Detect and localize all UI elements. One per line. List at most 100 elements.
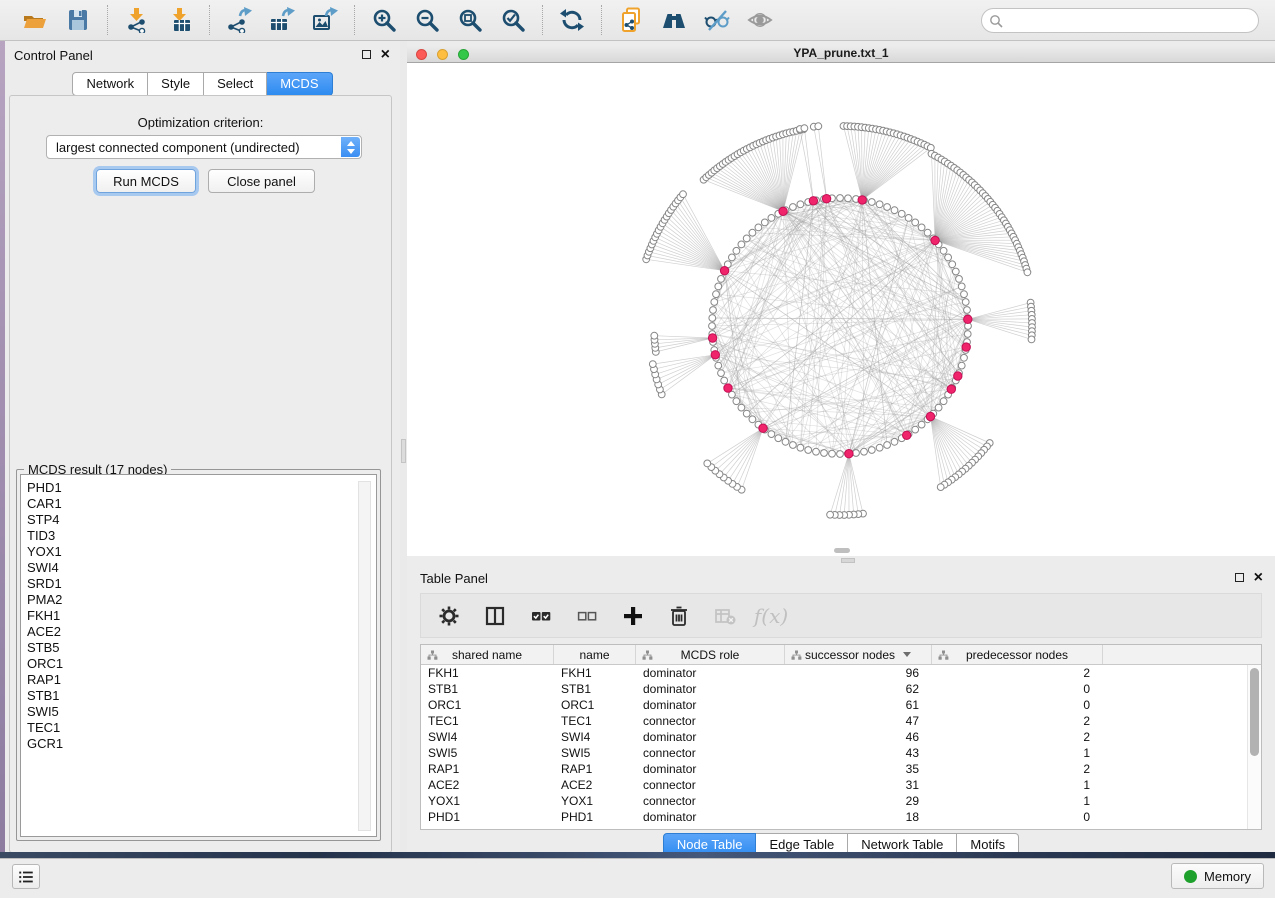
toolbar-group — [355, 6, 542, 34]
column-header-shared-name[interactable]: shared name — [421, 645, 554, 664]
network-graph-svg[interactable] — [407, 63, 1275, 556]
table-cell: STB1 — [421, 681, 554, 697]
open-file-icon[interactable] — [21, 6, 49, 34]
mcds-result-item[interactable]: RAP1 — [27, 672, 376, 688]
close-table-panel-icon[interactable]: × — [1254, 572, 1263, 583]
mcds-result-item[interactable]: TEC1 — [27, 720, 376, 736]
add-column-icon[interactable] — [622, 605, 644, 627]
zoom-out-icon[interactable] — [413, 6, 441, 34]
mcds-result-item[interactable]: PHD1 — [27, 480, 376, 496]
vertical-splitter[interactable] — [400, 41, 407, 858]
tab-style[interactable]: Style — [148, 72, 204, 96]
table-row[interactable]: TEC1TEC1connector472 — [421, 713, 1261, 729]
tab-network[interactable]: Network — [72, 72, 148, 96]
table-row[interactable]: RAP1RAP1dominator352 — [421, 761, 1261, 777]
delete-column-icon[interactable] — [668, 605, 690, 627]
table-cell: 29 — [785, 793, 932, 809]
table-row[interactable]: SWI5SWI5connector431 — [421, 745, 1261, 761]
table-cell: 46 — [785, 729, 932, 745]
save-session-icon[interactable] — [64, 6, 92, 34]
mcds-result-list[interactable]: PHD1CAR1STP4TID3YOX1SWI4SRD1PMA2FKH1ACE2… — [20, 474, 377, 837]
canvas-hscrollbar[interactable] — [834, 548, 850, 553]
tab-select[interactable]: Select — [204, 72, 267, 96]
export-table-icon[interactable] — [268, 6, 296, 34]
show-panels-list-button[interactable] — [12, 864, 40, 889]
table-row[interactable]: ORC1ORC1dominator610 — [421, 697, 1261, 713]
mcds-result-item[interactable]: STP4 — [27, 512, 376, 528]
close-panel-icon[interactable]: × — [381, 49, 390, 60]
zoom-fit-icon[interactable] — [456, 6, 484, 34]
table-row[interactable]: STB1STB1dominator620 — [421, 681, 1261, 697]
minimize-window-icon[interactable] — [437, 49, 448, 60]
criterion-select[interactable]: largest connected component (undirected) — [46, 135, 362, 159]
column-header-successor-nodes[interactable]: successor nodes — [785, 645, 932, 664]
import-table-icon[interactable] — [166, 6, 194, 34]
mcds-result-item[interactable]: CAR1 — [27, 496, 376, 512]
network-window-titlebar[interactable]: YPA_prune.txt_1 — [407, 45, 1275, 63]
table-row[interactable]: YOX1YOX1connector291 — [421, 793, 1261, 809]
maximize-window-icon[interactable] — [458, 49, 469, 60]
splitter-grip-icon — [401, 439, 406, 463]
share-document-icon[interactable] — [617, 6, 645, 34]
deselect-all-icon[interactable] — [576, 605, 598, 627]
mcds-result-item[interactable]: GCR1 — [27, 736, 376, 752]
search-input[interactable] — [1007, 13, 1251, 29]
column-type-icon — [427, 650, 438, 661]
close-panel-button[interactable]: Close panel — [208, 169, 315, 193]
search-icon — [989, 14, 1003, 28]
mcds-result-item[interactable]: FKH1 — [27, 608, 376, 624]
table-cell: ORC1 — [554, 697, 636, 713]
mcds-result-item[interactable]: YOX1 — [27, 544, 376, 560]
tab-mcds[interactable]: MCDS — [267, 72, 332, 96]
zoom-selected-icon[interactable] — [499, 6, 527, 34]
mcds-result-group: MCDS result (17 nodes) PHD1CAR1STP4TID3Y… — [16, 469, 381, 841]
table-cell: FKH1 — [421, 665, 554, 681]
table-panel: Table Panel × f(x) shared namenameMCDS r… — [407, 565, 1275, 858]
import-network-icon[interactable] — [123, 6, 151, 34]
mcds-result-item[interactable]: TID3 — [27, 528, 376, 544]
table-row[interactable]: ACE2ACE2connector311 — [421, 777, 1261, 793]
zoom-in-icon[interactable] — [370, 6, 398, 34]
column-header-name[interactable]: name — [554, 645, 636, 664]
table-cell: SWI5 — [554, 745, 636, 761]
memory-button[interactable]: Memory — [1171, 863, 1264, 889]
network-canvas[interactable] — [407, 63, 1275, 556]
search-network-icon[interactable] — [660, 6, 688, 34]
column-label: successor nodes — [805, 648, 895, 662]
mcds-result-item[interactable]: PMA2 — [27, 592, 376, 608]
toolbar-group — [6, 6, 107, 34]
settings-gear-icon[interactable] — [438, 605, 460, 627]
horizontal-splitter[interactable] — [407, 556, 1275, 565]
mcds-result-item[interactable]: STB5 — [27, 640, 376, 656]
close-window-icon[interactable] — [416, 49, 427, 60]
select-all-icon[interactable] — [530, 605, 552, 627]
scrollbar-thumb[interactable] — [1250, 668, 1259, 756]
mcds-result-item[interactable]: SWI5 — [27, 704, 376, 720]
column-header-predecessor-nodes[interactable]: predecessor nodes — [932, 645, 1103, 664]
run-mcds-button[interactable]: Run MCDS — [96, 169, 196, 193]
refresh-icon[interactable] — [558, 6, 586, 34]
mcds-result-item[interactable]: ORC1 — [27, 656, 376, 672]
table-row[interactable]: PHD1PHD1dominator180 — [421, 809, 1261, 825]
mcds-result-item[interactable]: STB1 — [27, 688, 376, 704]
export-image-icon[interactable] — [311, 6, 339, 34]
table-cell: 0 — [932, 697, 1103, 713]
table-row[interactable]: SWI4SWI4dominator462 — [421, 729, 1261, 745]
table-cell: connector — [636, 793, 785, 809]
show-eye-icon[interactable] — [746, 6, 774, 34]
column-view-icon[interactable] — [484, 605, 506, 627]
export-network-icon[interactable] — [225, 6, 253, 34]
mcds-result-item[interactable]: SRD1 — [27, 576, 376, 592]
mcds-result-item[interactable]: ACE2 — [27, 624, 376, 640]
mcds-result-item[interactable]: SWI4 — [27, 560, 376, 576]
column-header-MCDS-role[interactable]: MCDS role — [636, 645, 785, 664]
list-scrollbar[interactable] — [358, 481, 371, 831]
hide-glasses-icon[interactable] — [703, 6, 731, 34]
list-icon — [17, 868, 35, 886]
float-table-panel-icon[interactable] — [1235, 573, 1244, 582]
table-vscrollbar[interactable] — [1247, 665, 1261, 829]
table-row[interactable]: FKH1FKH1dominator962 — [421, 665, 1261, 681]
search-box[interactable] — [981, 8, 1259, 33]
table-body: FKH1FKH1dominator962STB1STB1dominator620… — [421, 665, 1261, 825]
float-panel-icon[interactable] — [362, 50, 371, 59]
